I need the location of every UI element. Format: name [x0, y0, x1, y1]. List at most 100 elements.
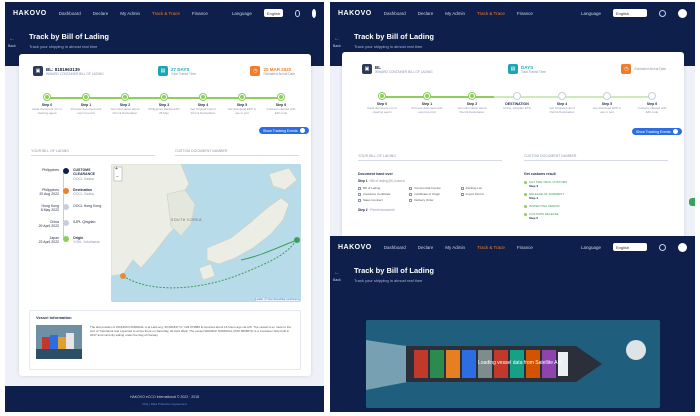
back-arrow-icon[interactable]: ← — [9, 36, 15, 42]
language-label: Language — [580, 244, 601, 250]
top-nav: HAKOVO Dashboard Declare My Admin Track … — [330, 2, 695, 24]
logo[interactable]: HAKOVO — [13, 10, 47, 17]
page-title: Track by Bill of Lading — [29, 32, 110, 41]
doc-item[interactable]: Bill of Lading — [358, 186, 405, 190]
bl-sub: INWARD CONTAINER BILL OF LADING — [46, 71, 104, 76]
route-map[interactable]: SOUTH KOREA + − Leaflet | © OpenStreetMa… — [111, 164, 301, 302]
eta-info: ◷ Estimated Arrival Date — [621, 64, 666, 74]
clock-icon: ◷ — [250, 66, 261, 76]
doc-item[interactable]: Import Permit — [460, 192, 508, 196]
zoom-in-icon[interactable]: + — [115, 166, 118, 172]
panel-tracking-detail: HAKOVO Dashboard Declare My Admin Track … — [5, 2, 324, 412]
document-handover: Document hand over Step 1 · Bill of ladi… — [358, 172, 508, 212]
back-label[interactable]: Back — [8, 44, 16, 48]
language-label: Language — [580, 10, 601, 16]
side-chat-icon[interactable] — [689, 198, 695, 206]
bell-icon[interactable] — [659, 243, 666, 251]
nav-link-my-admin[interactable]: My Admin — [445, 11, 465, 16]
footer-copyright: HAKOVO eCCO International © 2022 · 2018 — [129, 395, 200, 399]
back-arrow-icon[interactable]: ← — [334, 36, 340, 42]
bl-input[interactable]: YOUR BILL OF LADING — [31, 149, 155, 156]
loading-text: Loading vessel data from Satellite AIS — [478, 360, 563, 366]
timeline-origin: Japan 23 April 2022 Origin YOKL Yokohama — [38, 236, 100, 245]
nav-link-track-trace[interactable]: Track & Trace — [477, 11, 505, 16]
nav-link-finance[interactable]: Finance — [517, 11, 533, 16]
timeline-dot — [63, 204, 69, 210]
nav-link-declare[interactable]: Declare — [93, 11, 109, 16]
page-subtitle: Track your shipping in almost real time — [354, 44, 423, 49]
doc-item[interactable]: Sales Contract — [358, 198, 405, 202]
vessel-title: Vessel Information — [36, 315, 72, 320]
doc-item[interactable]: Commercial Invoice — [409, 186, 456, 190]
nav-link-finance[interactable]: Finance — [517, 245, 533, 250]
step-5: Step 5 Get download EPP to use in port — [225, 94, 259, 116]
page-subtitle: Track your shipping in almost real time — [29, 44, 98, 49]
show-events-toggle[interactable]: Show Tracking Events — [632, 128, 682, 135]
page-footer: HAKOVO eCCO International © 2022 · 2018 … — [5, 386, 324, 412]
step-4: Step 4 Get Original Import Permit Declara… — [545, 93, 579, 115]
panel-tracking-empty: HAKOVO Dashboard Declare My Admin Track … — [330, 2, 695, 244]
nav-link-dashboard[interactable]: Dashboard — [384, 245, 406, 250]
doc-item[interactable]: Insurance Certificate — [358, 192, 405, 196]
footer-links[interactable]: FAQ | Data Protection Agreement — [5, 402, 324, 406]
doc-item[interactable]: Delivery Order — [409, 198, 456, 202]
transit-sub: Total Transit Time — [171, 71, 197, 76]
page-title: Track by Bill of Lading — [354, 32, 435, 41]
eta-sub: Estimated Arrival Date — [634, 67, 666, 71]
nav-link-track-trace[interactable]: Track & Trace — [477, 245, 505, 250]
customs-input[interactable]: CUSTOM DOCUMENT NUMBER — [175, 149, 299, 156]
top-nav: HAKOVO Dashboard Declare My Admin Track … — [5, 2, 324, 24]
nav-link-dashboard[interactable]: Dashboard — [384, 11, 406, 16]
bl-input[interactable]: YOUR BILL OF LADING — [358, 154, 502, 161]
doc-item[interactable]: Packing List — [460, 186, 508, 190]
calendar-icon: ▤ — [508, 64, 519, 74]
step-0: Step 0 Await document run or clearing age… — [365, 93, 399, 115]
bell-icon[interactable] — [659, 9, 666, 17]
avatar[interactable] — [678, 242, 687, 252]
customs-input[interactable]: CUSTOM DOCUMENT NUMBER — [524, 154, 668, 161]
calendar-icon: ▤ — [158, 66, 169, 76]
avatar[interactable] — [678, 8, 687, 18]
step-dot — [44, 94, 50, 100]
bl-info: ▣ BL: 8181963139 INWARD CONTAINER BILL O… — [33, 66, 104, 76]
language-select[interactable]: English — [613, 243, 647, 251]
eta-date: 20 MAR 2022 — [263, 66, 292, 72]
nav-link-dashboard[interactable]: Dashboard — [59, 11, 81, 16]
step-3: DESTINATION China, Qingdao ETD — [500, 93, 534, 111]
step-dot — [278, 94, 284, 100]
map-label-south-korea: SOUTH KOREA — [171, 218, 202, 222]
customs-result: Get customs result GET PRE-TRAIL CUSTOMS… — [524, 172, 664, 220]
back-label[interactable]: Back — [333, 44, 341, 48]
tracking-card: ▣ BL INWARD CONTAINER BILL OF LADING ▤ DA… — [342, 52, 684, 244]
timeline-dot — [63, 188, 69, 194]
logo[interactable]: HAKOVO — [338, 244, 372, 251]
bell-icon[interactable] — [295, 9, 300, 17]
back-arrow-icon[interactable]: ← — [334, 270, 340, 276]
panel-tracking-loading: HAKOVO Dashboard Declare My Admin Track … — [330, 236, 695, 412]
transit-info: ▤ 27 DAYS Total Transit Time — [158, 66, 196, 76]
nav-link-declare[interactable]: Declare — [418, 11, 434, 16]
step-6: Step 6 Customs cleared with EDI code — [264, 94, 298, 116]
step-2: Step 2 Get information about Permit Decla… — [455, 93, 489, 115]
vessel-description: The last position of WAKRISI NORDDAL is … — [90, 325, 292, 338]
doc-item[interactable]: Certificate of Origin — [409, 192, 456, 196]
nav-link-my-admin[interactable]: My Admin — [120, 11, 140, 16]
nav-link-my-admin[interactable]: My Admin — [445, 245, 465, 250]
logo[interactable]: HAKOVO — [338, 10, 372, 17]
nav-link-finance[interactable]: Finance — [192, 11, 208, 16]
document-icon: ▣ — [33, 66, 43, 76]
back-label[interactable]: Back — [333, 278, 341, 282]
eta-info: ◷ 20 MAR 2022 Estimated Arrival Date — [250, 66, 295, 76]
customs-item: INSPECTING PERIOD — [524, 204, 664, 208]
nav-link-declare[interactable]: Declare — [418, 245, 434, 250]
show-events-toggle[interactable]: Show Tracking Events — [259, 127, 309, 134]
language-select[interactable]: English — [613, 9, 647, 17]
nav-link-track-trace[interactable]: Track & Trace — [152, 11, 180, 16]
timeline-dot — [63, 168, 69, 174]
avatar[interactable] — [311, 8, 316, 18]
map-attribution[interactable]: Leaflet | © OpenStreetMap contributors — [255, 298, 299, 301]
page-subtitle: Track your shipping in almost real time — [354, 278, 423, 283]
language-select[interactable]: English — [263, 9, 284, 17]
zoom-out-icon[interactable]: − — [116, 174, 119, 180]
toggle-knob — [299, 128, 305, 133]
